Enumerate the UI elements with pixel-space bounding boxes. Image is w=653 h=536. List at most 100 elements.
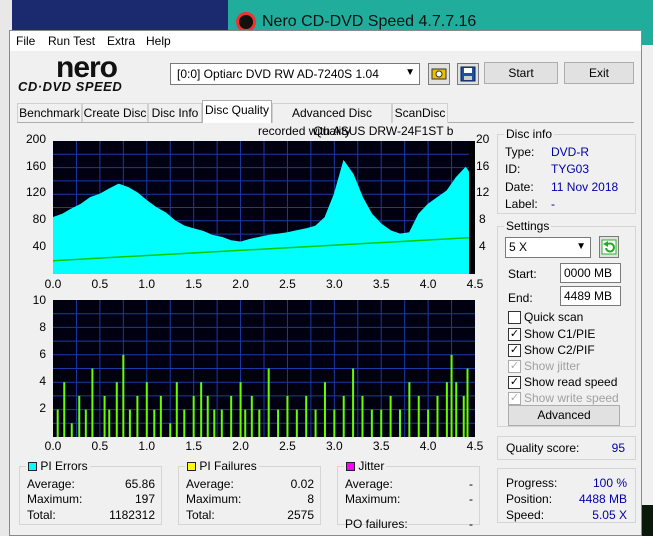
recorded-with-label: recorded with ASUS DRW-24F1ST b: [258, 124, 454, 138]
menu-bar: File Run Test Extra Help: [10, 31, 641, 51]
pi-failure-bar: [128, 409, 131, 437]
pi-errors-total-label: Total:: [27, 508, 56, 522]
pi-failure-bar: [277, 409, 280, 437]
pi-failure-bar: [408, 382, 411, 437]
advanced-button[interactable]: Advanced: [508, 405, 620, 426]
save-button[interactable]: [457, 63, 479, 85]
x-tick-label: 3.5: [372, 277, 390, 291]
show-jitter-checkbox[interactable]: ✓: [508, 360, 521, 373]
tab-advanced-disc-quality[interactable]: Advanced Disc Quality: [272, 103, 392, 138]
disc-info-group: Disc info Type: DVD-R ID: TYG03 Date: 11…: [497, 127, 636, 214]
pi-failure-bar: [258, 409, 261, 437]
show-read-speed-checkbox[interactable]: ✓: [508, 376, 521, 389]
x-tick-label: 3.0: [325, 277, 343, 291]
pi-failure-bar: [200, 382, 203, 437]
nero-logo: nero CD·DVD SPEED: [18, 51, 168, 95]
x-tick-label: 2.0: [232, 439, 249, 453]
settings-group: Settings 5 X ▼ Start: 0000 MB End: 4489 …: [497, 219, 636, 427]
pi-errors-avg-value: 65.86: [124, 477, 155, 491]
x-tick-label: 1.5: [185, 277, 202, 291]
pi-failure-bar: [455, 382, 458, 437]
jitter-group: Jitter Average: - Maximum: - PO failures…: [337, 459, 480, 531]
eject-icon: [431, 68, 447, 80]
drive-select-value: [0:0] Optiarc DVD RW AD-7240S 1.04: [177, 67, 379, 81]
chart-edge: [469, 141, 475, 274]
jitter-avg-value: -: [469, 477, 473, 491]
pi-failures-total-label: Total:: [186, 508, 215, 522]
pi-failure-bar: [361, 395, 364, 437]
pi-errors-title: PI Errors: [26, 459, 90, 473]
speed-select-value: 5 X: [509, 240, 528, 254]
pi-failure-bar: [380, 409, 383, 437]
disc-date-value: 11 Nov 2018: [551, 180, 619, 194]
pi-failure-bar: [213, 409, 216, 437]
pi-errors-max-value: 197: [134, 492, 155, 506]
pi-failures-max-value: 8: [307, 492, 314, 506]
disc-type-label: Type:: [505, 145, 535, 159]
position-label: Position:: [506, 492, 553, 506]
menu-help[interactable]: Help: [146, 34, 171, 48]
pi-failure-bar: [192, 395, 195, 437]
eject-button[interactable]: [428, 63, 450, 85]
top-y-left-tick: 160: [25, 159, 46, 173]
show-c1-label: Show C1/PIE: [524, 327, 596, 341]
pi-failure-bar: [56, 409, 59, 437]
x-tick-label: 0.5: [91, 439, 109, 453]
quick-scan-checkbox[interactable]: [508, 311, 521, 324]
menu-extra[interactable]: Extra: [107, 34, 135, 48]
save-icon: [460, 66, 476, 82]
pi-failures-total-value: 2575: [287, 508, 314, 522]
disc-id-value: TYG03: [551, 162, 590, 176]
show-c2-checkbox[interactable]: ✓: [508, 344, 521, 357]
pi-failure-bar: [250, 395, 253, 437]
end-input[interactable]: 4489 MB: [560, 286, 621, 306]
pi-failure-bar: [206, 395, 209, 437]
show-write-speed-checkbox[interactable]: ✓: [508, 392, 521, 405]
start-button[interactable]: Start: [484, 62, 558, 84]
menu-file[interactable]: File: [16, 34, 35, 48]
tab-benchmark[interactable]: Benchmark: [17, 103, 82, 123]
pi-failure-bar: [239, 382, 242, 437]
pi-failure-bar: [333, 409, 336, 437]
top-y-left-tick: 40: [32, 239, 46, 253]
jitter-max-label: Maximum:: [345, 492, 401, 506]
pi-failure-bar: [466, 368, 469, 437]
pi-failure-bar: [84, 409, 87, 437]
pi-failure-bar: [417, 395, 420, 437]
pi-failure-bar: [153, 409, 156, 437]
tab-disc-quality[interactable]: Disc Quality: [202, 100, 272, 123]
pi-failure-bar: [175, 382, 178, 437]
top-y-left-tick: 80: [32, 212, 46, 226]
pi-failure-bar: [450, 354, 453, 437]
tab-disc-info[interactable]: Disc Info: [148, 103, 202, 123]
progress-value: 100 %: [592, 476, 627, 490]
pi-failure-bar: [108, 409, 111, 437]
refresh-button[interactable]: [599, 236, 619, 258]
disc-label-label: Label:: [505, 197, 538, 211]
x-tick-label: 1.5: [185, 439, 202, 453]
pi-failure-bar: [462, 395, 465, 437]
progress-group: Progress: 100 % Position: 4488 MB Speed:…: [497, 468, 636, 523]
chevron-down-icon: ▼: [576, 241, 586, 252]
pi-failure-bar: [295, 409, 298, 437]
tab-create-disc[interactable]: Create Disc: [82, 103, 148, 123]
exit-button[interactable]: Exit: [564, 62, 634, 84]
nero-logo-sub: CD·DVD SPEED: [18, 79, 123, 94]
x-tick-label: 4.5: [466, 439, 484, 453]
start-label: Start:: [508, 267, 537, 281]
main-window: File Run Test Extra Help nero CD·DVD SPE…: [9, 30, 642, 536]
show-c1-checkbox[interactable]: ✓: [508, 328, 521, 341]
drive-select[interactable]: [0:0] Optiarc DVD RW AD-7240S 1.04 ▼: [170, 63, 420, 85]
top-y-right-tick: 12: [476, 185, 490, 199]
speed-select[interactable]: 5 X ▼: [505, 237, 591, 258]
x-tick-label: 3.5: [372, 439, 390, 453]
tab-scandisc[interactable]: ScanDisc: [392, 103, 448, 123]
speed-label: Speed:: [506, 508, 545, 522]
po-failures-label: PO failures:: [345, 517, 408, 531]
quality-score-value: 95: [611, 441, 625, 455]
menu-run-test[interactable]: Run Test: [48, 34, 95, 48]
start-input[interactable]: 0000 MB: [560, 263, 621, 283]
pi-failure-bar: [159, 395, 162, 437]
pi-failures-title: PI Failures: [185, 459, 259, 473]
pi-failure-bar: [398, 409, 401, 437]
